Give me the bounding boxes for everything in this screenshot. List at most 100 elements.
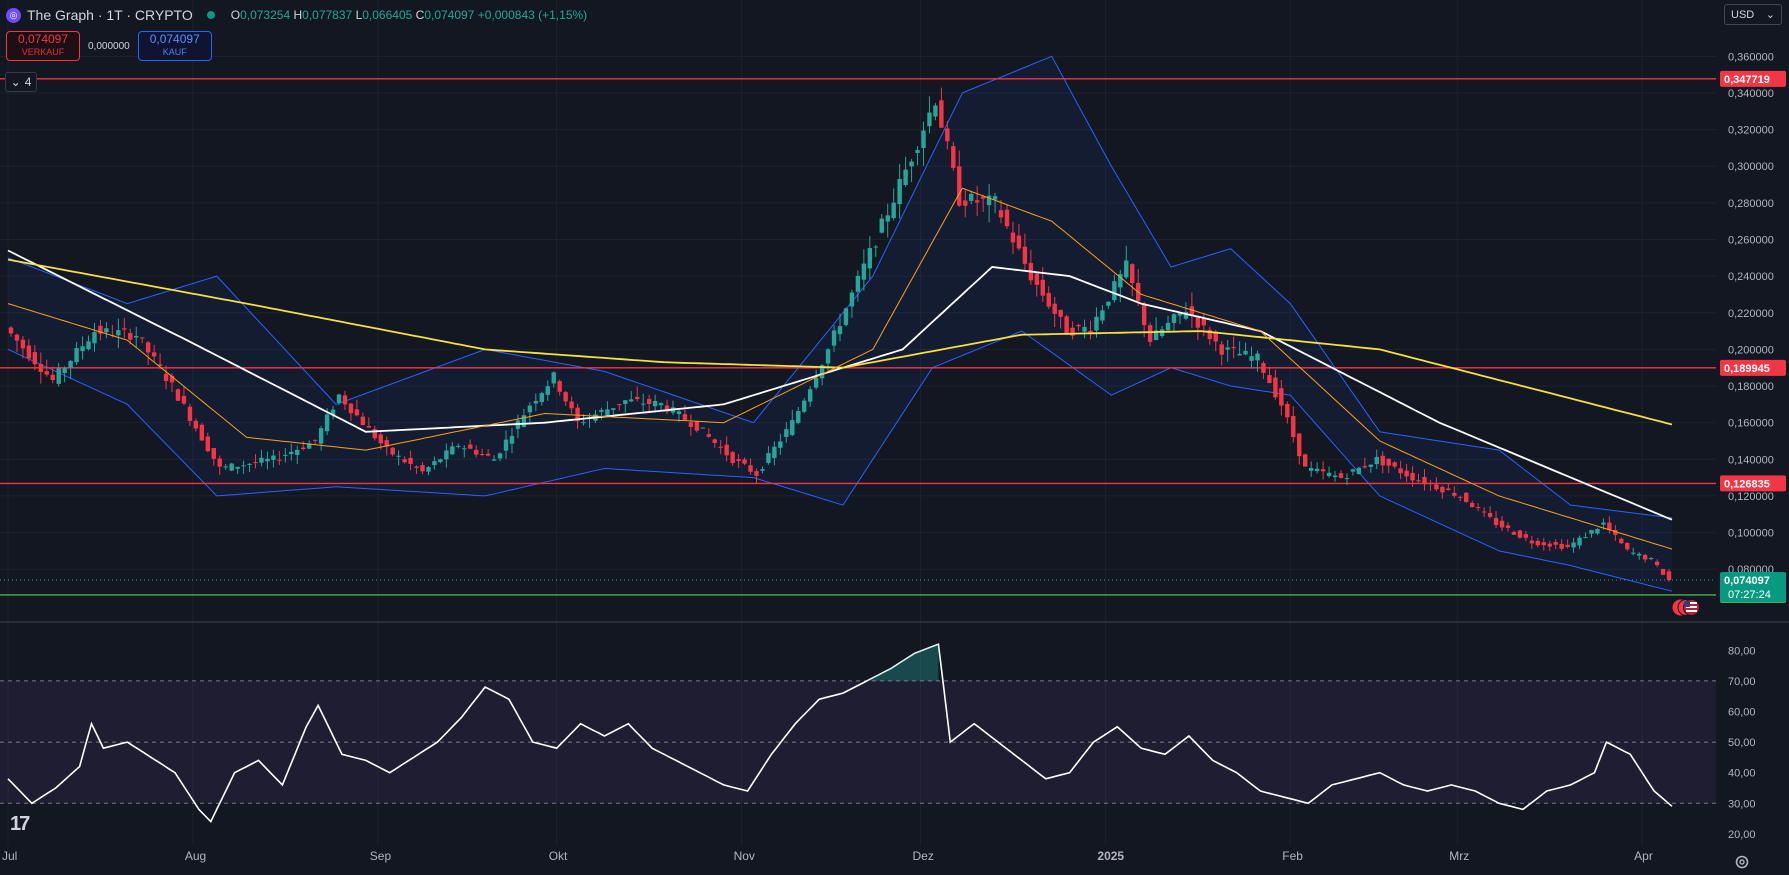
candle-body <box>1231 347 1236 349</box>
candle-body <box>1052 303 1057 314</box>
gear-icon[interactable] <box>1734 854 1750 870</box>
candle-body <box>1428 482 1433 485</box>
candle-body <box>915 150 920 154</box>
candle-body <box>1464 492 1469 502</box>
candle-body <box>1279 388 1284 406</box>
candle-body <box>861 263 867 280</box>
candle-body <box>760 469 765 471</box>
candle-body <box>462 448 467 450</box>
candle-body <box>599 409 604 412</box>
candle-body <box>581 422 586 424</box>
candle-body <box>50 374 55 381</box>
candle-body <box>485 453 491 456</box>
candle-body <box>748 465 753 472</box>
candle-body <box>557 381 562 392</box>
time-tick-label: 2025 <box>1097 849 1124 863</box>
rsi-tick-label: 80,00 <box>1728 645 1756 657</box>
candle-body <box>92 332 97 344</box>
candle-body <box>1219 344 1224 355</box>
candle-body <box>503 439 509 451</box>
candle-body <box>867 248 873 269</box>
open-value: 0,073254 <box>240 8 291 22</box>
last-price-label: 0,074097 <box>1724 575 1770 587</box>
tradingview-logo-icon[interactable]: 17 <box>10 813 30 836</box>
currency-select[interactable]: USD ⌄ <box>1724 4 1782 25</box>
candle-body <box>527 405 533 413</box>
us-flag-icon[interactable] <box>1672 599 1702 616</box>
sell-button[interactable]: 0,074097 VERKAUF <box>6 31 80 61</box>
buy-button[interactable]: 0,074097 KAUF <box>137 31 212 61</box>
time-tick-label: Mrz <box>1449 849 1469 863</box>
candle-body <box>247 463 252 465</box>
candle-body <box>1452 492 1457 496</box>
candle-body <box>957 166 962 206</box>
candle-body <box>1565 544 1570 547</box>
candle-body <box>700 427 706 429</box>
candle-body <box>1517 530 1523 538</box>
candle-body <box>1583 537 1588 539</box>
symbol-title[interactable]: The Graph · 1T · CRYPTO <box>27 7 193 23</box>
candle-body <box>408 457 413 464</box>
candle-body <box>348 403 354 414</box>
candle-body <box>450 446 455 455</box>
candle-body <box>342 395 348 405</box>
candle-body <box>116 330 121 336</box>
chart-canvas[interactable]: 0,360000 0,340000 0,320000 0,300000 0,280000… <box>0 0 1789 875</box>
price-tick-label: 0,360000 <box>1728 51 1774 63</box>
candle-body <box>74 348 79 363</box>
price-tick-label: 0,200000 <box>1728 344 1774 356</box>
candle-body <box>265 458 270 462</box>
candle-body <box>259 457 264 463</box>
candle-body <box>1082 326 1087 332</box>
candle-body <box>336 394 342 403</box>
candle-body <box>163 373 169 381</box>
candle-body <box>1016 235 1022 249</box>
candle-body <box>456 445 461 447</box>
indicator-count: 4 <box>24 75 32 89</box>
price-tick-label: 0,280000 <box>1728 198 1774 210</box>
candle-body <box>1374 456 1379 465</box>
candle-body <box>217 458 222 467</box>
candle-body <box>8 327 14 334</box>
candle-body <box>193 420 199 429</box>
candle-body <box>963 200 968 206</box>
candle-body <box>1386 458 1391 466</box>
candle-body <box>724 444 729 456</box>
candle-body <box>1285 404 1290 418</box>
candle-body <box>1273 377 1278 398</box>
candle-body <box>1595 528 1600 534</box>
candle-body <box>432 461 437 466</box>
candle-body <box>992 196 998 200</box>
candle-body <box>1297 433 1302 457</box>
indicators-collapse-button[interactable]: ⌄ 4 <box>5 72 37 92</box>
candle-body <box>969 193 974 201</box>
candle-body <box>790 420 795 436</box>
time-tick-label: Apr <box>1634 849 1653 863</box>
candle-body <box>1601 522 1606 525</box>
candle-body <box>879 218 884 233</box>
candle-body <box>1523 534 1529 538</box>
candle-body <box>104 328 109 333</box>
candle-body <box>605 409 610 416</box>
candle-body <box>1505 525 1511 529</box>
price-tick-label: 0,240000 <box>1728 271 1774 283</box>
price-tick-label: 0,120000 <box>1728 491 1774 503</box>
candle-body <box>1636 553 1642 556</box>
candle-body <box>1404 470 1409 477</box>
candle-body <box>939 100 944 128</box>
candle-body <box>694 421 700 431</box>
candle-body <box>706 434 711 437</box>
candle-body <box>396 455 401 457</box>
candle-body <box>1326 472 1332 477</box>
candle-body <box>473 449 479 455</box>
candle-body <box>14 334 20 341</box>
candle-body <box>1535 540 1541 546</box>
candle-body <box>974 200 980 203</box>
price-tick-label: 0,320000 <box>1728 125 1774 137</box>
candle-body <box>611 408 616 410</box>
candle-body <box>712 439 717 444</box>
candle-body <box>736 459 741 462</box>
candle-body <box>569 401 574 409</box>
candle-body <box>843 308 849 325</box>
candle-body <box>903 169 908 185</box>
